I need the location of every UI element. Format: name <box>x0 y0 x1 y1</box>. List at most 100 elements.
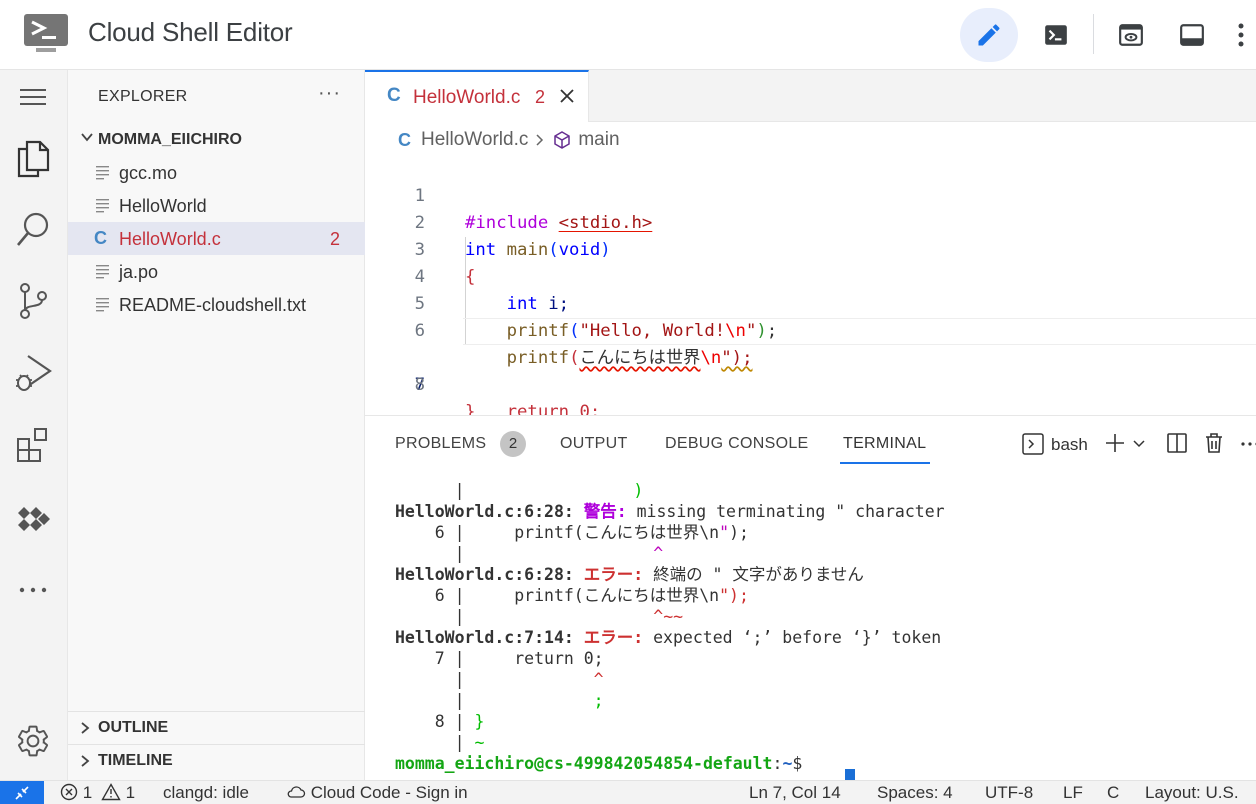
text-file-icon <box>96 265 109 279</box>
files-icon <box>17 140 50 178</box>
code-line: 2 int main(void) <box>365 183 1256 260</box>
breadcrumb-file[interactable]: HelloWorld.c <box>421 129 528 151</box>
file-item-ja-po[interactable]: ja.po <box>68 255 365 288</box>
chevron-right-icon <box>81 755 90 767</box>
folder-name: MOMMA_EIICHIRO <box>98 131 242 148</box>
cloud-icon <box>287 786 306 798</box>
terminal-prompt: momma_eiichiro@cs-499842054854-default:~… <box>395 754 813 773</box>
timeline-section[interactable]: TIMELINE <box>68 744 365 777</box>
tab-terminal[interactable]: TERMINAL <box>843 435 926 453</box>
file-item-helloworld[interactable]: HelloWorld <box>68 189 365 222</box>
timeline-label: TIMELINE <box>98 752 173 769</box>
source-control-icon <box>20 283 47 319</box>
explorer-button[interactable] <box>10 136 56 182</box>
code-line: 6 printf(こんにちは世界\n"); <box>365 291 1256 368</box>
remote-icon <box>15 786 29 800</box>
tab-output[interactable]: OUTPUT <box>560 435 628 453</box>
file-item-readme[interactable]: README-cloudshell.txt <box>68 288 365 321</box>
tab-problem-badge: 2 <box>535 87 546 107</box>
terminal-shell-icon <box>1022 433 1044 455</box>
search-button[interactable] <box>10 207 56 253</box>
settings-icon <box>18 725 49 757</box>
explorer-title: EXPLORER <box>98 88 188 105</box>
cloud-code-button[interactable] <box>10 495 56 541</box>
toggle-panel-button[interactable] <box>1163 8 1221 62</box>
tab-debug-console[interactable]: DEBUG CONSOLE <box>665 435 809 453</box>
source-control-button[interactable] <box>10 278 56 324</box>
terminal-line: | ^ <box>395 670 604 689</box>
active-tab-indicator <box>840 462 930 464</box>
trash-icon[interactable] <box>1202 431 1226 455</box>
file-name: gcc.mo <box>119 163 178 183</box>
workspace-folder[interactable]: MOMMA_EIICHIRO <box>68 128 365 152</box>
breadcrumb-symbol[interactable]: main <box>578 129 619 151</box>
close-icon[interactable] <box>557 86 577 106</box>
breadcrumb: C HelloWorld.c main <box>398 128 620 152</box>
encoding-status[interactable]: UTF-8 <box>985 783 1033 803</box>
open-editor-button[interactable] <box>960 8 1018 62</box>
terminal-line: | ^ <box>395 544 664 563</box>
toolbar-divider <box>1093 14 1094 54</box>
file-item-helloworld-c[interactable]: C HelloWorld.c 2 <box>68 222 365 255</box>
terminal-line: 7 | return 0; <box>395 649 604 668</box>
tab-label: HelloWorld.c <box>413 87 521 108</box>
indentation-status[interactable]: Spaces: 4 <box>877 783 953 803</box>
chevron-right-icon <box>81 722 90 734</box>
chevron-right-icon <box>536 134 544 146</box>
chevron-down-icon[interactable] <box>1131 431 1147 455</box>
code-editor[interactable]: 1 #include <stdio.h> 2 int main(void) 3 … <box>365 156 1256 422</box>
panel-icon <box>1180 24 1204 46</box>
terminal-line: HelloWorld.c:6:28: 警告: missing terminati… <box>395 502 945 521</box>
cursor-position[interactable]: Ln 7, Col 14 <box>749 783 841 803</box>
more-icon[interactable] <box>1240 431 1256 455</box>
explorer-more-actions[interactable]: ··· <box>318 82 341 105</box>
terminal-name[interactable]: bash <box>1051 435 1088 455</box>
file-item-gcc-mo[interactable]: gcc.mo <box>68 156 365 189</box>
split-terminal-icon[interactable] <box>1165 431 1189 455</box>
cloud-shell-logo-icon <box>24 14 68 52</box>
top-bar: Cloud Shell Editor <box>0 0 1256 70</box>
cloud-code-status[interactable]: Cloud Code - Sign in <box>286 783 468 803</box>
more-icon <box>1238 23 1244 47</box>
code-line: 3 { <box>365 210 1256 287</box>
eol-status[interactable]: LF <box>1063 783 1083 803</box>
terminal-line: | ~ <box>395 733 485 752</box>
editor-tab-bar: C HelloWorld.c 2 <box>365 70 1256 122</box>
problems-status[interactable]: 1 1 <box>60 783 135 803</box>
plus-icon[interactable] <box>1103 431 1127 455</box>
more-options-button[interactable] <box>1226 8 1256 62</box>
terminal-output[interactable]: | ) HelloWorld.c:6:28: 警告: missing termi… <box>395 480 1255 789</box>
extensions-button[interactable] <box>10 422 56 468</box>
cloud-code-label: Cloud Code - Sign in <box>310 783 468 802</box>
terminal-line: | ) <box>395 481 644 500</box>
extensions-icon <box>17 428 47 462</box>
clangd-status[interactable]: clangd: idle <box>163 783 249 803</box>
menu-icon <box>20 89 46 105</box>
remote-indicator[interactable] <box>0 781 44 804</box>
tab-problems[interactable]: PROBLEMS <box>395 435 486 453</box>
line-number: 8 <box>414 375 425 395</box>
run-debug-button[interactable] <box>10 350 56 396</box>
problem-count-badge: 2 <box>329 229 340 249</box>
c-file-icon: C <box>398 129 411 150</box>
language-mode[interactable]: C <box>1107 783 1119 803</box>
code-line: 1 #include <stdio.h> <box>365 156 1256 233</box>
more-icon <box>19 587 47 593</box>
settings-button[interactable] <box>10 718 56 764</box>
activity-bar <box>0 70 68 780</box>
terminal-line: HelloWorld.c:6:28: エラー: 終端の " 文字がありません <box>395 565 864 584</box>
outline-section[interactable]: OUTLINE <box>68 711 365 744</box>
code-line: 8 } <box>365 345 1256 422</box>
text-file-icon <box>96 298 109 312</box>
web-preview-button[interactable] <box>1102 8 1160 62</box>
more-views-button[interactable] <box>10 567 56 613</box>
file-name: HelloWorld <box>119 196 207 216</box>
keyboard-layout[interactable]: Layout: U.S. <box>1145 783 1239 803</box>
app-title: Cloud Shell Editor <box>88 17 293 47</box>
terminal-line: HelloWorld.c:7:14: エラー: expected ‘;’ bef… <box>395 628 942 647</box>
menu-button[interactable] <box>10 74 56 120</box>
explorer-sidebar: EXPLORER ··· MOMMA_EIICHIRO gcc.mo Hello… <box>68 70 365 780</box>
open-terminal-button[interactable] <box>1027 8 1085 62</box>
tab-helloworld-c[interactable]: C HelloWorld.c 2 <box>365 70 589 122</box>
edit-icon <box>978 24 1000 46</box>
